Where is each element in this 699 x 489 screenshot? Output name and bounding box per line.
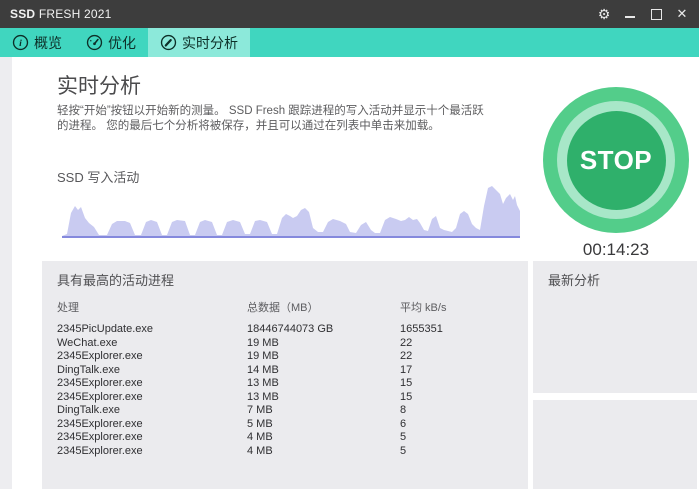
elapsed-timer: 00:14:23 [582, 240, 650, 259]
table-cell: 2345PicUpdate.exe [57, 323, 154, 335]
stop-button-core: STOP [566, 110, 666, 210]
table-row: 2345Explorer.exe 13 MB 15 [42, 391, 528, 405]
table-cell: 1655351 [400, 323, 443, 335]
table-row: 2345PicUpdate.exe 18446744073 GB 1655351 [42, 323, 528, 337]
table-cell: 2345Explorer.exe [57, 431, 143, 443]
table-cell: DingTalk.exe [57, 404, 120, 416]
minimize-icon [625, 16, 635, 18]
write-activity-chart [62, 183, 520, 239]
table-row: 2345Explorer.exe 4 MB 5 [42, 431, 528, 445]
table-row: 2345Explorer.exe 5 MB 6 [42, 418, 528, 432]
gauge-icon [86, 34, 103, 51]
page-description: 轻按“开始”按钮以开始新的测量。 SSD Fresh 跟踪进程的写入活动并显示十… [57, 104, 484, 134]
table-cell: 7 MB [247, 404, 273, 416]
table-row: 2345Explorer.exe 19 MB 22 [42, 350, 528, 364]
table-cell: 4 MB [247, 431, 273, 443]
info-circle-icon: i [12, 34, 29, 51]
titlebar: SSD FRESH 2021 ⚙ ✕ [0, 0, 699, 28]
description-line2: 的进程。 您的最后七个分析将被保存，并且可以通过在列表中单击来加载。 [57, 120, 440, 132]
app-window: SSD FRESH 2021 ⚙ ✕ i 概览 优化 实时分析 实时分析 轻按“… [0, 0, 699, 489]
table-cell: 5 MB [247, 417, 273, 430]
table-row: 2345Explorer.exe 13 MB 15 [42, 377, 528, 391]
table-cell: 17 [400, 363, 413, 376]
tab-label: 概览 [34, 34, 62, 51]
settings-gear-icon[interactable]: ⚙ [591, 0, 617, 28]
tab-bar: i 概览 优化 实时分析 [0, 28, 699, 57]
table-cell: DingTalk.exe [57, 363, 120, 376]
table-cell: 2345Explorer.exe [57, 350, 143, 362]
left-gutter [0, 57, 12, 489]
process-table-title: 具有最高的活动进程 [57, 273, 175, 288]
latest-analyses-panel[interactable]: 最新分析 [533, 261, 697, 393]
table-row: WeChat.exe 19 MB 22 [42, 337, 528, 351]
table-cell: 6 [400, 417, 407, 430]
table-cell: WeChat.exe [57, 336, 118, 349]
table-cell: 19 MB [247, 350, 279, 362]
table-cell: 13 MB [247, 390, 279, 403]
table-cell: 13 MB [247, 377, 279, 389]
table-cell: 18446744073 GB [247, 323, 334, 335]
table-cell: 2345Explorer.exe [57, 444, 143, 457]
column-header-process: 处理 [57, 302, 79, 314]
latest-analyses-title: 最新分析 [548, 273, 601, 288]
table-cell: 14 MB [247, 363, 279, 376]
table-row: DingTalk.exe 7 MB 8 [42, 404, 528, 418]
table-cell: 2345Explorer.exe [57, 417, 143, 430]
svg-text:i: i [19, 38, 22, 49]
close-button[interactable]: ✕ [669, 0, 695, 28]
process-table-header: 处理 总数据（MB） 平均 kB/s [42, 299, 528, 315]
table-cell: 2345Explorer.exe [57, 390, 143, 403]
window-controls: ⚙ ✕ [591, 0, 695, 28]
stop-button[interactable]: STOP [543, 87, 689, 233]
tab-optimize[interactable]: 优化 [74, 28, 148, 57]
content-area: 实时分析 轻按“开始”按钮以开始新的测量。 SSD Fresh 跟踪进程的写入活… [0, 57, 699, 489]
secondary-panel [533, 400, 697, 489]
tab-label: 优化 [108, 34, 136, 51]
maximize-icon [650, 8, 662, 20]
stop-button-ring: STOP [557, 101, 675, 219]
table-cell: 4 MB [247, 444, 273, 457]
process-table-panel: 具有最高的活动进程 处理 总数据（MB） 平均 kB/s 2345PicUpda… [42, 261, 528, 489]
minimize-button[interactable] [617, 0, 643, 28]
tab-overview[interactable]: i 概览 [0, 28, 74, 57]
table-cell: 19 MB [247, 336, 279, 349]
table-cell: 22 [400, 336, 413, 349]
table-row: DingTalk.exe 14 MB 17 [42, 364, 528, 378]
tab-realtime-analysis[interactable]: 实时分析 [148, 28, 250, 57]
table-cell: 22 [400, 350, 413, 362]
column-header-total-data: 总数据（MB） [247, 302, 319, 314]
table-cell: 5 [400, 431, 407, 443]
table-cell: 15 [400, 377, 413, 389]
tab-label: 实时分析 [182, 34, 238, 51]
page-title: 实时分析 [57, 75, 141, 98]
table-cell: 2345Explorer.exe [57, 377, 143, 389]
column-header-avg-kbs: 平均 kB/s [400, 302, 447, 314]
stop-button-label: STOP [579, 144, 653, 175]
table-cell: 5 [400, 444, 407, 457]
table-cell: 15 [400, 390, 413, 403]
table-cell: 8 [400, 404, 407, 416]
window-title: SSD FRESH 2021 [10, 7, 112, 21]
process-table-body: 2345PicUpdate.exe 18446744073 GB 1655351 We… [42, 323, 528, 458]
pencil-circle-icon [160, 34, 177, 51]
description-line1: 轻按“开始”按钮以开始新的测量。 SSD Fresh 跟踪进程的写入活动并显示十… [57, 105, 484, 117]
table-row: 2345Explorer.exe 4 MB 5 [42, 445, 528, 459]
chart-area-shape [62, 186, 520, 237]
maximize-button[interactable] [643, 0, 669, 28]
